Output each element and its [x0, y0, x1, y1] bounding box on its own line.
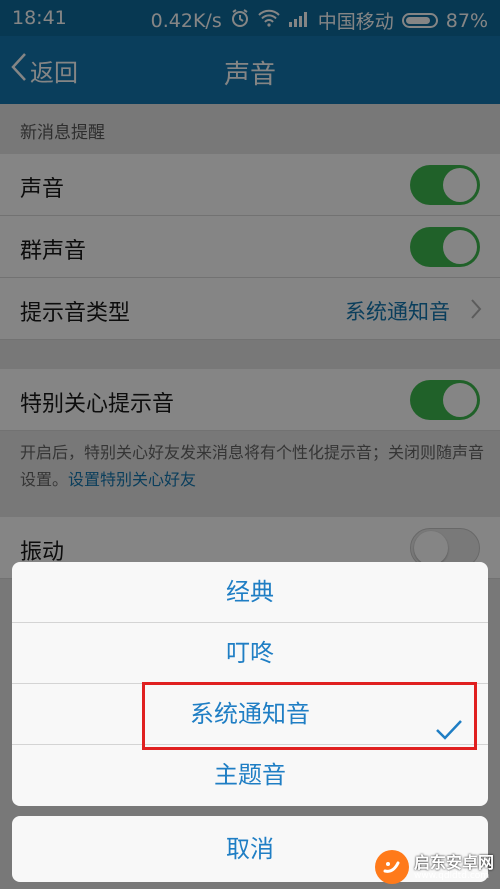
- option-classic[interactable]: 经典: [12, 562, 488, 623]
- watermark-logo-icon: [374, 850, 409, 884]
- option-theme[interactable]: 主题音: [12, 745, 488, 806]
- highlight-box: [142, 682, 477, 750]
- watermark: 启东安卓网 www.qdldtd.com: [374, 850, 494, 884]
- watermark-url: www.qdldtd.com: [413, 870, 490, 881]
- option-dingdong[interactable]: 叮咚: [12, 623, 488, 684]
- watermark-text-block: 启东安卓网 www.qdldtd.com: [414, 854, 494, 881]
- watermark-name: 启东安卓网: [413, 852, 494, 872]
